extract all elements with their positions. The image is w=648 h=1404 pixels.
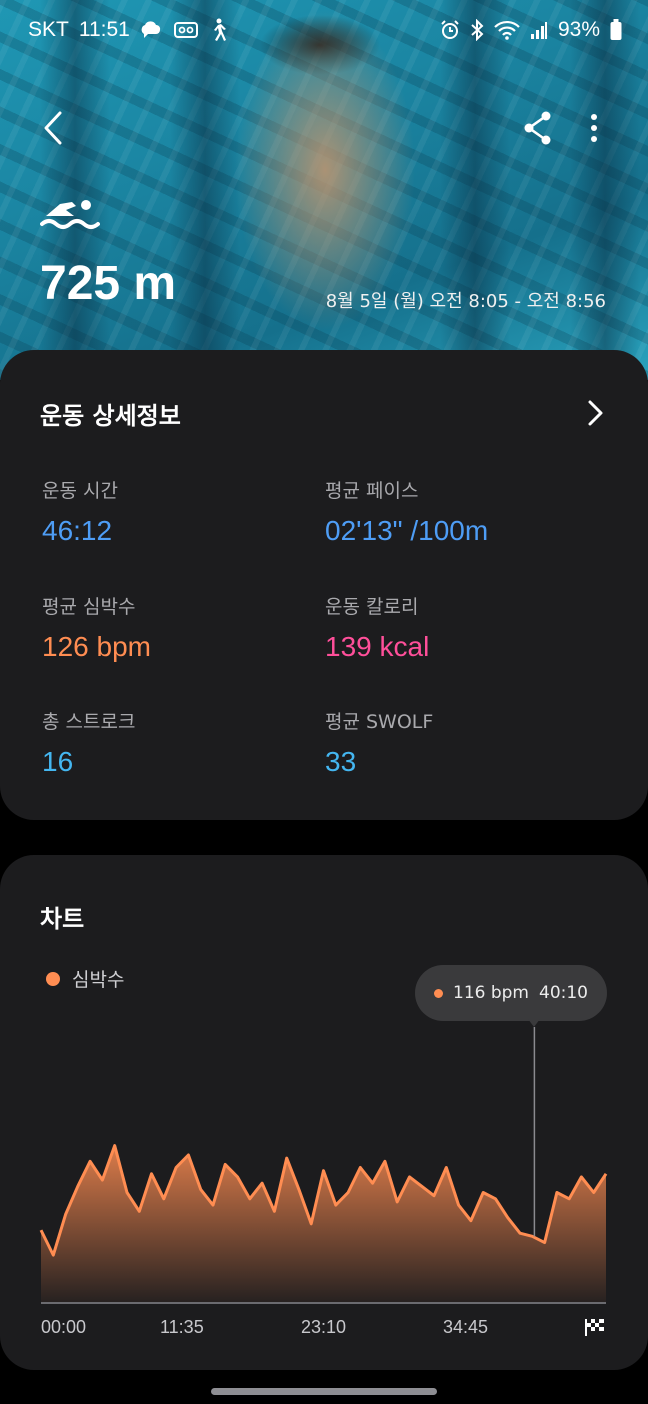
tooltip-value: 116 bpm <box>453 983 529 1003</box>
metric-calories: 운동 칼로리 139 kcal <box>325 592 615 663</box>
metric-value: 02'13" /100m <box>325 515 489 546</box>
x-tick-label: 11:35 <box>160 1317 204 1337</box>
x-tick-label: 23:10 <box>301 1317 347 1337</box>
metric-avg-pace: 평균 페이스 02'13" /100m <box>325 476 615 547</box>
clock: 11:51 <box>78 18 130 41</box>
back-button[interactable] <box>36 105 76 151</box>
pool-lane-shadow <box>440 0 510 380</box>
chart-tooltip: 116 bpm 40:10 <box>415 965 607 1021</box>
metric-value: 126 bpm <box>42 631 151 662</box>
metric-label: 운동 시간 <box>42 480 118 502</box>
x-tick-label: 34:45 <box>443 1317 489 1337</box>
metric-value: 139 kcal <box>325 631 430 662</box>
workout-date-range: 8월 5일 (월) 오전 8:05 - 오전 8:56 <box>325 291 606 312</box>
swimming-icon <box>40 200 100 229</box>
battery-icon <box>610 19 622 40</box>
metric-label: 운동 칼로리 <box>325 596 419 618</box>
metric-total-strokes: 총 스트로크 16 <box>42 707 332 778</box>
pool-lane-shadow <box>40 0 110 380</box>
metric-value: 46:12 <box>42 515 113 546</box>
pool-lane-shadow <box>170 0 240 380</box>
signal-icon <box>530 22 547 39</box>
tooltip-time: 40:10 <box>539 983 588 1003</box>
hero-image <box>0 0 648 380</box>
chevron-right-icon[interactable] <box>582 398 608 428</box>
metric-label: 평균 SWOLF <box>325 711 434 733</box>
metric-avg-swolf: 평균 SWOLF 33 <box>325 707 615 778</box>
metric-label: 평균 페이스 <box>325 480 419 502</box>
walking-icon <box>213 18 226 41</box>
metric-label: 평균 심박수 <box>42 596 136 618</box>
status-bar: SKT 11:51 93% <box>0 14 648 48</box>
distance-value: 725 m <box>40 257 177 310</box>
share-button[interactable] <box>520 107 556 149</box>
metric-duration: 운동 시간 46:12 <box>42 476 332 547</box>
voicemail-icon <box>173 22 198 38</box>
bluetooth-icon <box>471 19 484 41</box>
metric-avg-heart-rate: 평균 심박수 126 bpm <box>42 592 332 663</box>
alarm-icon <box>441 20 459 39</box>
wifi-icon <box>494 20 520 40</box>
details-title: 운동 상세정보 <box>40 402 181 430</box>
chart-card: 차트 심박수 116 bpm 40:10 00:00 11:35 23:10 3… <box>0 855 648 1370</box>
workout-details-card: 운동 상세정보 운동 시간 46:12 평균 페이스 02'13" /100m … <box>0 350 648 820</box>
metric-value: 16 <box>42 746 74 777</box>
cloud-message-icon <box>141 21 160 38</box>
tooltip-pointer <box>528 1019 540 1027</box>
top-app-bar <box>0 105 648 155</box>
pool-lane-shadow <box>570 0 640 380</box>
carrier-label: SKT <box>28 18 69 41</box>
heart-rate-area <box>41 1145 606 1302</box>
home-indicator[interactable] <box>211 1388 437 1395</box>
tooltip-dot <box>434 988 443 998</box>
x-tick-label: 00:00 <box>41 1317 87 1337</box>
battery-percent: 93% <box>557 18 600 41</box>
finish-flag-icon <box>585 1319 604 1336</box>
metric-value: 33 <box>325 746 357 777</box>
metric-label: 총 스트로크 <box>42 711 136 733</box>
more-options-button[interactable] <box>580 107 608 149</box>
heart-rate-chart[interactable] <box>0 855 648 1370</box>
